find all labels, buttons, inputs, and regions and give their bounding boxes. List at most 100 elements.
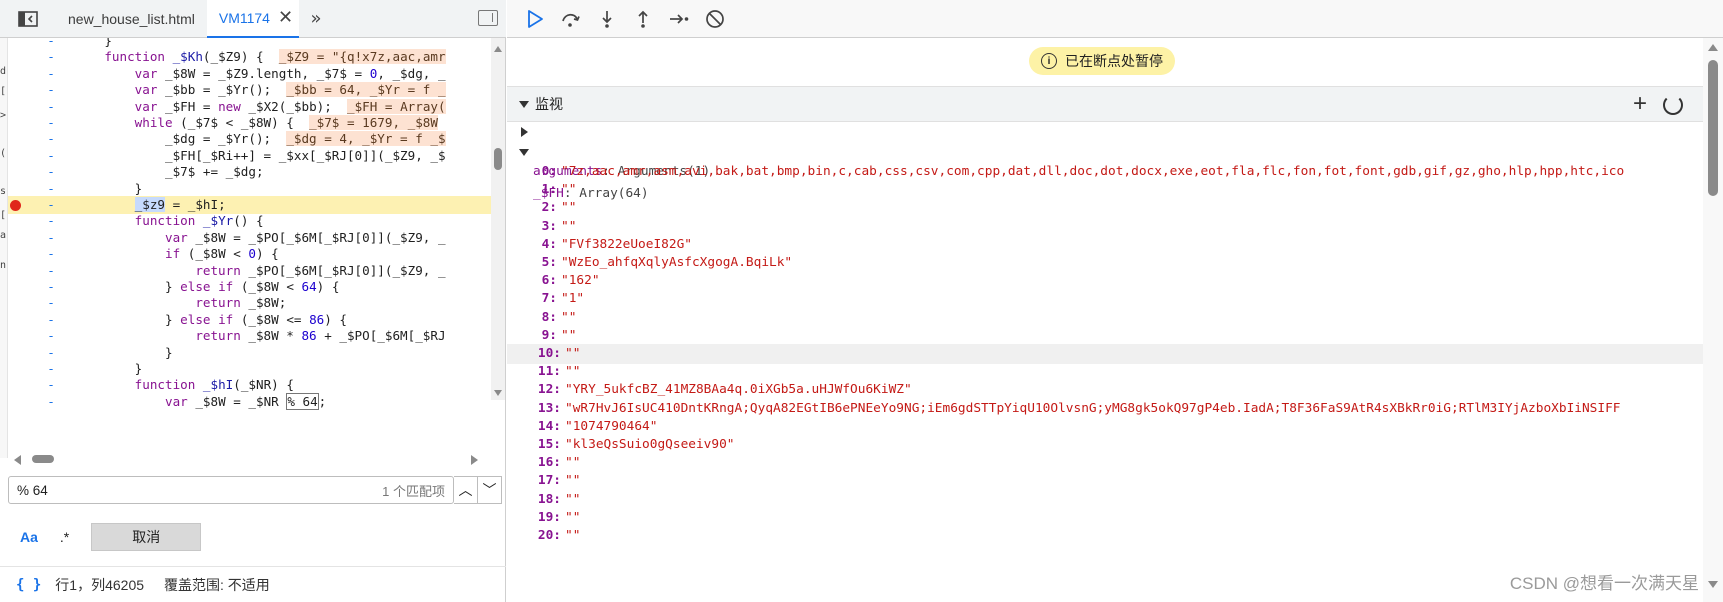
line-marker[interactable]: - (44, 98, 58, 116)
scroll-thumb[interactable] (494, 148, 502, 170)
array-item[interactable]: 2: "" (507, 198, 1703, 218)
chevron-down-icon[interactable]: ﹀ (478, 476, 502, 504)
code-line[interactable]: - var _$bb = _$Yr(); _$bb = 64, _$Yr = f… (8, 81, 492, 99)
code-line[interactable]: - function _$Kh(_$Z9) { _$Z9 = "{q!x7z,a… (8, 48, 492, 66)
line-marker[interactable]: - (44, 81, 58, 99)
line-marker[interactable]: - (44, 294, 58, 312)
collapse-panel-icon[interactable] (478, 10, 498, 26)
expand-arrow-icon[interactable] (519, 100, 529, 108)
add-icon[interactable]: + (1633, 92, 1647, 116)
watch-item-arguments[interactable]: arguments: Arguments(1) (507, 122, 1703, 179)
array-item[interactable]: 12: "YRY_5ukfcBZ_41MZ8BAa4q.0iXGb5a.uHJWf… (507, 380, 1703, 400)
line-marker[interactable]: - (44, 163, 58, 181)
code-line[interactable]: - _$dg = _$Yr(); _$dg = 4, _$Yr = f _$ (8, 130, 492, 148)
watch-vertical-scrollbar[interactable] (1703, 38, 1723, 602)
chevron-up-icon[interactable]: ︿ (454, 476, 478, 504)
line-marker[interactable]: - (44, 48, 58, 66)
line-marker[interactable]: - (44, 278, 58, 296)
code-line[interactable]: - return _$8W; (8, 294, 492, 312)
code-line[interactable]: - } (8, 180, 492, 198)
line-marker[interactable]: - (44, 344, 58, 362)
line-marker[interactable]: - (44, 229, 58, 247)
line-marker[interactable]: - (44, 180, 58, 198)
array-item[interactable]: 10: "" (507, 344, 1703, 364)
array-item[interactable]: 18: "" (507, 490, 1703, 510)
step-over-icon[interactable] (553, 0, 589, 38)
regex-toggle[interactable]: .* (60, 529, 69, 545)
array-item[interactable]: 15: "kl3eQsSuio0gQseeiv90" (507, 435, 1703, 455)
code-line[interactable]: - _$FH[_$Ri++] = _$xx[_$RJ[0]](_$Z9, _$ (8, 147, 492, 165)
code-line[interactable]: - var _$FH = new _$X2(_$bb); _$FH = Arra… (8, 98, 492, 116)
code-line-breakpoint[interactable]: - _$z9 = _$hI; (8, 196, 492, 214)
array-item[interactable]: 6: "162" (507, 271, 1703, 291)
refresh-icon[interactable] (1663, 95, 1683, 115)
step-out-icon[interactable] (625, 0, 661, 38)
search-input[interactable]: % 64 1 个匹配项 (8, 476, 454, 504)
code-line[interactable]: - } else if (_$8W <= 86) { (8, 311, 492, 329)
scroll-left-icon[interactable] (14, 455, 21, 465)
array-item[interactable]: 3: "" (507, 217, 1703, 237)
deactivate-breakpoints-icon[interactable] (697, 0, 733, 38)
step-into-icon[interactable] (589, 0, 625, 38)
scroll-up-icon[interactable] (1708, 44, 1718, 51)
code-line[interactable]: - var _$8W = _$PO[_$6M[_$RJ[0]](_$Z9, _ (8, 229, 492, 247)
cancel-button[interactable]: 取消 (91, 523, 202, 551)
line-marker[interactable]: - (44, 65, 58, 83)
code-editor[interactable]: - } - function _$Kh(_$Z9) { _$Z9 = "{q!x7… (8, 38, 492, 456)
array-item[interactable]: 0: "7z,aac,amr,asm,avi,bak,bat,bmp,bin,c,… (507, 162, 1703, 182)
line-marker[interactable]: - (44, 311, 58, 329)
code-line[interactable]: - while (_$7$ < _$8W) { _$7$ = 1679, _$8… (8, 114, 492, 132)
watch-section-header[interactable]: 监视 + (507, 86, 1703, 122)
array-item[interactable]: 7: "1" (507, 289, 1703, 309)
code-line[interactable]: - } else if (_$8W < 64) { (8, 278, 492, 296)
resume-icon[interactable] (517, 0, 553, 38)
line-marker[interactable]: - (44, 245, 58, 263)
sidebar-toggle-icon[interactable] (0, 0, 56, 38)
array-item[interactable]: 1: "" (507, 180, 1703, 200)
line-marker[interactable]: - (44, 147, 58, 165)
line-marker[interactable]: - (44, 212, 58, 230)
more-tabs-icon[interactable]: » (299, 8, 333, 29)
tab-new-house-list[interactable]: new_house_list.html (56, 0, 207, 38)
array-item[interactable]: 5: "WzEo_ahfqXqlyAsfcXgogA.BqiLk" (507, 253, 1703, 273)
array-item[interactable]: 19: "" (507, 508, 1703, 528)
array-item[interactable]: 14: "1074790464" (507, 417, 1703, 437)
tab-vm1174[interactable]: VM1174 ✕ (206, 0, 300, 38)
line-marker[interactable]: - (44, 114, 58, 132)
line-marker[interactable]: - (44, 196, 58, 214)
line-marker[interactable]: - (44, 130, 58, 148)
pretty-print-button[interactable]: { } (16, 577, 41, 593)
code-line[interactable]: - var _$8W = _$Z9.length, _$7$ = 0, _$dg… (8, 65, 492, 83)
match-case-toggle[interactable]: Aa (20, 529, 38, 545)
line-marker[interactable]: - (44, 360, 58, 378)
scroll-down-icon[interactable] (494, 390, 502, 396)
breakpoint-icon[interactable] (10, 200, 21, 211)
array-item[interactable]: 16: "" (507, 453, 1703, 473)
code-line[interactable]: - if (_$8W < 0) { (8, 245, 492, 263)
step-icon[interactable] (661, 0, 697, 38)
watch-item-fh[interactable]: _$FH: Array(64) (507, 144, 1703, 201)
scroll-up-icon[interactable] (494, 46, 502, 52)
array-item[interactable]: 17: "" (507, 471, 1703, 491)
array-item[interactable]: 9: "" (507, 326, 1703, 346)
code-line[interactable]: - } (8, 360, 492, 378)
array-item[interactable]: 20: "" (507, 526, 1703, 546)
line-marker[interactable]: - (44, 376, 58, 394)
expand-arrow-icon[interactable] (519, 149, 529, 156)
code-line[interactable]: - var _$8W = _$NR % 64; (8, 392, 492, 411)
code-line[interactable]: - function _$Yr() { (8, 212, 492, 230)
scroll-right-icon[interactable] (471, 455, 478, 465)
scroll-down-icon[interactable] (1708, 581, 1718, 588)
code-line[interactable]: - return _$PO[_$6M[_$RJ[0]](_$Z9, _ (8, 262, 492, 280)
line-marker[interactable]: - (44, 393, 58, 411)
array-item[interactable]: 8: "" (507, 308, 1703, 328)
line-marker[interactable]: - (44, 327, 58, 345)
code-line[interactable]: - _$7$ += _$dg; (8, 163, 492, 181)
expand-arrow-icon[interactable] (521, 127, 528, 137)
editor-horizontal-scrollbar[interactable] (8, 452, 484, 466)
array-item[interactable]: 4: "FVf3822eUoeI82G" (507, 235, 1703, 255)
code-line[interactable]: - return _$8W * 86 + _$PO[_$6M[_$RJ (8, 327, 492, 345)
editor-vertical-scrollbar[interactable] (491, 38, 505, 400)
array-item[interactable]: 11: "" (507, 362, 1703, 382)
array-item[interactable]: 13: "wR7HvJ6IsUC410DntKRngA;QyqA82EGtIB6e… (507, 399, 1703, 419)
